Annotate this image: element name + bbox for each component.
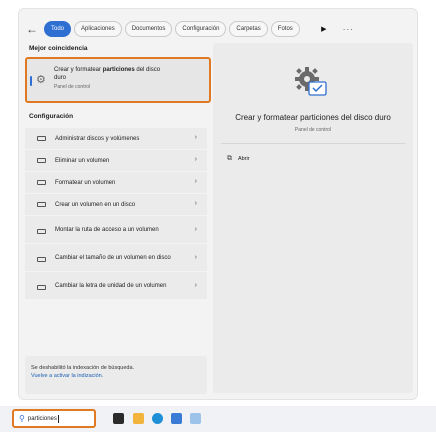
settings-item-administrar-discos[interactable]: Administrar discos y volúmenes › — [25, 127, 207, 149]
indexing-message: Se deshabilitó la indexación de búsqueda… — [31, 365, 135, 371]
drive-icon — [37, 202, 46, 207]
best-match-title-line2: duro — [54, 75, 67, 81]
best-match-heading: Mejor coincidencia — [29, 45, 88, 52]
settings-item-cambiar-tamano[interactable]: Cambiar el tamaño de un volumen en disco… — [25, 243, 207, 271]
gear-icon — [295, 67, 327, 96]
filter-chip-configuracion[interactable]: Configuración — [175, 21, 227, 37]
settings-item-label: Eliminar un volumen — [55, 157, 110, 164]
detail-subtitle: Panel de control — [294, 127, 332, 133]
open-external-icon: ⧉ — [227, 155, 232, 162]
edge-browser-icon[interactable] — [152, 413, 163, 424]
settings-item-label: Formatear un volumen — [55, 179, 116, 186]
search-input[interactable]: particiones — [28, 416, 57, 422]
more-options-icon[interactable]: ··· — [343, 25, 354, 34]
results-column: Mejor coincidencia ⚙ Crear y formatear p… — [25, 43, 211, 299]
best-match-title: Crear y formatear particiones del disco — [54, 67, 161, 73]
selection-indicator — [30, 76, 32, 86]
filter-chip-todo[interactable]: Todo — [44, 21, 72, 37]
search-panel: ← Todo Aplicaciones Documentos Configura… — [18, 8, 418, 400]
divider — [221, 143, 405, 144]
detail-title: Crear y formatear particiones del disco … — [235, 113, 391, 122]
open-label: Abrir — [238, 156, 250, 162]
settings-item-crear-volumen[interactable]: Crear un volumen en un disco › — [25, 193, 207, 215]
drive-icon — [37, 180, 46, 185]
gear-icon: ⚙ — [36, 74, 46, 86]
play-icon[interactable]: ▶ — [319, 25, 329, 33]
taskbar-search-box[interactable]: ⚲ particiones — [12, 409, 96, 428]
chevron-right-icon: › — [194, 134, 197, 141]
chevron-right-icon: › — [194, 226, 197, 233]
filter-chip-documentos[interactable]: Documentos — [124, 21, 173, 37]
filter-bar: ← Todo Aplicaciones Documentos Configura… — [25, 19, 415, 39]
best-match-result[interactable]: ⚙ Crear y formatear particiones del disc… — [25, 57, 211, 103]
filter-chip-aplicaciones[interactable]: Aplicaciones — [74, 21, 122, 37]
search-icon: ⚲ — [19, 414, 25, 423]
file-explorer-icon[interactable] — [133, 413, 144, 424]
detail-pane: Crear y formatear particiones del disco … — [213, 43, 413, 393]
settings-item-label: Crear un volumen en un disco — [55, 201, 136, 208]
settings-item-label: Cambiar el tamaño de un volumen en disco — [55, 254, 171, 261]
chevron-right-icon: › — [194, 254, 197, 261]
settings-item-label: Administrar discos y volúmenes — [55, 135, 140, 142]
settings-item-cambiar-letra[interactable]: Cambiar la letra de unidad de un volumen… — [25, 271, 207, 299]
reenable-indexing-link[interactable]: Vuelve a activar la indización. — [31, 372, 207, 380]
settings-item-eliminar-volumen[interactable]: Eliminar un volumen › — [25, 149, 207, 171]
drive-icon — [37, 136, 46, 141]
chevron-right-icon: › — [194, 200, 197, 207]
task-view-icon[interactable] — [113, 413, 124, 424]
drive-icon — [37, 158, 46, 163]
drive-icon — [37, 229, 46, 234]
settings-item-montar-ruta[interactable]: Montar la ruta de acceso a un volumen › — [25, 215, 207, 243]
settings-item-formatear-volumen[interactable]: Formatear un volumen › — [25, 171, 207, 193]
best-match-subtitle: Panel de control — [54, 84, 91, 90]
taskbar: ⚲ particiones — [0, 406, 436, 432]
store-icon[interactable] — [171, 413, 182, 424]
settings-heading: Configuración — [29, 113, 74, 120]
text-caret — [57, 414, 59, 423]
chevron-right-icon: › — [194, 156, 197, 163]
open-action[interactable]: ⧉ Abrir — [227, 155, 250, 163]
drive-icon — [37, 285, 46, 290]
back-arrow-icon[interactable]: ← — [25, 22, 39, 36]
filter-chip-fotos[interactable]: Fotos — [270, 21, 300, 37]
drive-icon — [37, 257, 46, 262]
app-icon[interactable] — [190, 413, 201, 424]
settings-item-label: Montar la ruta de acceso a un volumen — [55, 226, 159, 233]
chevron-right-icon: › — [194, 282, 197, 289]
indexing-notice: Se deshabilitó la indexación de búsqueda… — [25, 356, 207, 394]
settings-item-label: Cambiar la letra de unidad de un volumen — [55, 282, 167, 289]
chevron-right-icon: › — [194, 178, 197, 185]
filter-chip-carpetas[interactable]: Carpetas — [229, 21, 268, 37]
